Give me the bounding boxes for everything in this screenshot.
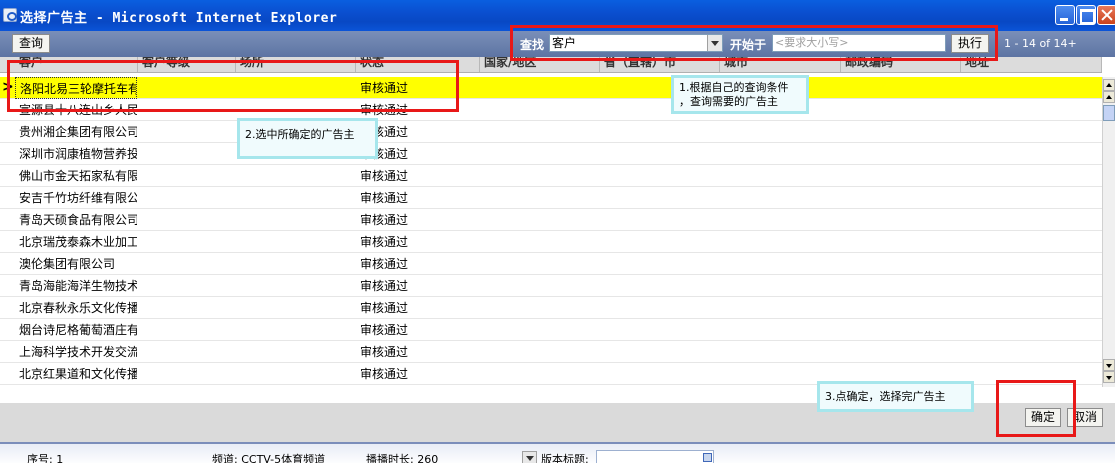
customer-cell[interactable]: 上海科学技术开发交流	[15, 341, 137, 363]
minimize-icon[interactable]	[1055, 5, 1075, 25]
customer-cell[interactable]: 青岛天硕食品有限公司	[15, 209, 137, 231]
customer-cell[interactable]: 澳伦集团有限公司	[15, 253, 137, 275]
selected-row-highlight-box	[7, 60, 459, 112]
customer-cell[interactable]: 北京瑞茂泰森木业加工	[15, 231, 137, 253]
version-title-input[interactable]	[596, 450, 714, 463]
scroll-top-icon[interactable]	[1103, 79, 1115, 91]
close-icon[interactable]	[1097, 5, 1115, 25]
status-cell: 审核通过	[360, 279, 409, 293]
customer-cell[interactable]: 安吉千竹坊纤维有限公	[15, 187, 137, 209]
table-row[interactable]: 北京瑞茂泰森木业加工 审核通过	[0, 231, 1102, 253]
customer-cell[interactable]: 贵州湘企集团有限公司	[15, 121, 137, 143]
table-row[interactable]: 北京春秋永乐文化传播 审核通过	[0, 297, 1102, 319]
status-cell: 审核通过	[360, 169, 409, 183]
table-row[interactable]: 烟台诗尼格葡萄酒庄有 审核通过	[0, 319, 1102, 341]
step2-callout: 2.选中所确定的广告主	[237, 118, 378, 159]
scroll-down-icon[interactable]	[1103, 359, 1115, 371]
window-title: 选择广告主 - Microsoft Internet Explorer	[20, 11, 338, 26]
status-cell: 审核通过	[360, 301, 409, 315]
background-form-strip: 序号: 1 频道: CCTV-5体育频道 播播时长: 260 版本标题:	[0, 442, 1115, 463]
ok-highlight-box	[996, 380, 1076, 437]
customer-cell[interactable]: 北京红果道和文化传播	[15, 363, 137, 385]
maximize-icon[interactable]	[1076, 5, 1096, 25]
table-row[interactable]: 深圳市润康植物营养投 审核通过	[0, 143, 1102, 165]
scroll-bottom-icon[interactable]	[1103, 371, 1115, 383]
table-row[interactable]: 佛山市金天拓家私有限 审核通过	[0, 165, 1102, 187]
customer-cell[interactable]: 青岛海能海洋生物技术	[15, 275, 137, 297]
customer-cell[interactable]: 北京春秋永乐文化传播	[15, 297, 137, 319]
query-button[interactable]: 查询	[12, 34, 50, 53]
customer-cell[interactable]: 佛山市金天拓家私有限	[15, 165, 137, 187]
status-cell: 审核通过	[360, 367, 409, 381]
serial-number-field: 序号: 1	[27, 453, 64, 463]
status-cell: 审核通过	[360, 213, 409, 227]
channel-field: 频道: CCTV-5体育频道	[212, 453, 326, 463]
internet-explorer-icon	[3, 8, 17, 22]
customer-cell[interactable]: 烟台诗尼格葡萄酒庄有	[15, 319, 137, 341]
table-row[interactable]: 青岛海能海洋生物技术 审核通过	[0, 275, 1102, 297]
paging-info: 1 - 14 of 14+	[1004, 37, 1077, 50]
table-row[interactable]: 澳伦集团有限公司 审核通过	[0, 253, 1102, 275]
scroll-up-icon[interactable]	[1103, 91, 1115, 103]
step1-line1: 1.根据自己的查询条件	[679, 81, 789, 94]
status-cell: 审核通过	[360, 191, 409, 205]
step1-line2: ，查询需要的广告主	[679, 95, 778, 108]
scrollbar-thumb[interactable]	[1103, 105, 1115, 121]
table-row[interactable]: 上海科学技术开发交流 审核通过	[0, 341, 1102, 363]
table-row[interactable]: 贵州湘企集团有限公司 审核通过	[0, 121, 1102, 143]
customer-cell[interactable]: 深圳市润康植物营养投	[15, 143, 137, 165]
step1-callout: 1.根据自己的查询条件 ，查询需要的广告主	[671, 75, 809, 114]
status-cell: 审核通过	[360, 235, 409, 249]
lookup-icon[interactable]	[703, 453, 712, 462]
status-cell: 审核通过	[360, 257, 409, 271]
table-row[interactable]: 青岛天硕食品有限公司 审核通过	[0, 209, 1102, 231]
status-cell: 审核通过	[360, 345, 409, 359]
version-title-label: 版本标题:	[541, 453, 589, 463]
table-row[interactable]: 安吉千竹坊纤维有限公 审核通过	[0, 187, 1102, 209]
status-cell: 审核通过	[360, 323, 409, 337]
search-highlight-box	[510, 25, 998, 61]
duration-field: 播播时长: 260	[366, 453, 439, 463]
chevron-down-icon[interactable]	[522, 451, 537, 463]
step3-callout: 3.点确定，选择完广告主	[817, 381, 974, 412]
vertical-scrollbar[interactable]	[1102, 77, 1115, 387]
